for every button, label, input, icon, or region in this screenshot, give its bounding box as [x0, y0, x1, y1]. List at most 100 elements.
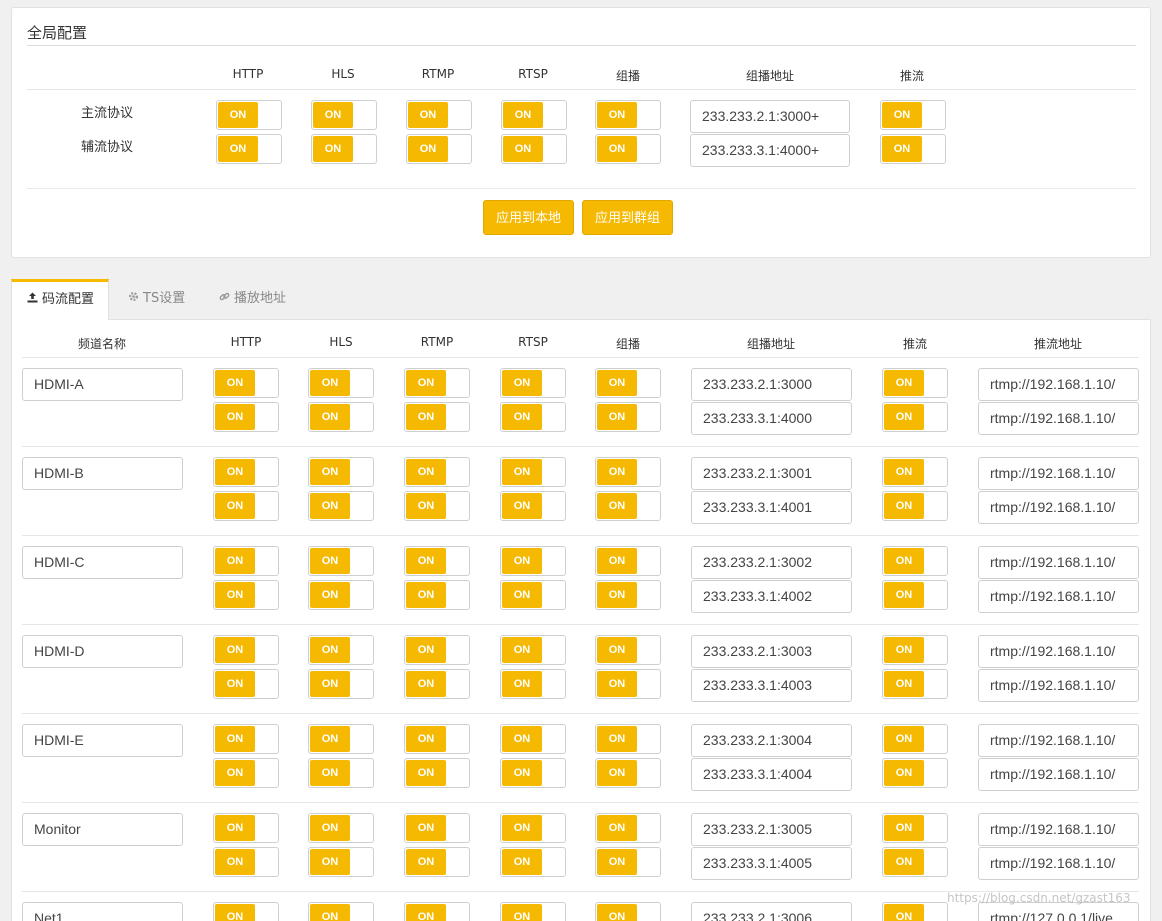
toggle-hls[interactable]: ON — [311, 134, 377, 164]
toggle-hls[interactable]: ON — [311, 100, 377, 130]
toggle-http[interactable]: ON — [213, 669, 279, 699]
toggle-rtmp[interactable]: ON — [404, 546, 470, 576]
channel-name-input[interactable]: HDMI-E — [22, 724, 183, 757]
push-address-input[interactable]: rtmp://192.168.1.10/ — [978, 546, 1139, 579]
toggle-hls[interactable]: ON — [308, 546, 374, 576]
toggle-multicast[interactable]: ON — [595, 491, 661, 521]
multicast-address-input[interactable]: 233.233.2.1:3001 — [691, 457, 852, 490]
apply-local-button[interactable]: 应用到本地 — [483, 200, 575, 235]
toggle-push[interactable]: ON — [882, 402, 948, 432]
tab-ts-settings[interactable]: TS设置 — [128, 279, 185, 320]
toggle-hls[interactable]: ON — [308, 368, 374, 398]
toggle-hls[interactable]: ON — [308, 635, 374, 665]
channel-name-input[interactable]: HDMI-A — [22, 368, 183, 401]
toggle-multicast[interactable]: ON — [595, 813, 661, 843]
push-address-input[interactable]: rtmp://192.168.1.10/ — [978, 847, 1139, 880]
toggle-push[interactable]: ON — [882, 902, 948, 921]
toggle-rtmp[interactable]: ON — [404, 669, 470, 699]
toggle-http[interactable]: ON — [213, 546, 279, 576]
toggle-multicast[interactable]: ON — [595, 724, 661, 754]
toggle-http[interactable]: ON — [213, 902, 279, 921]
tab-play-address[interactable]: 播放地址 — [219, 279, 286, 320]
toggle-rtsp[interactable]: ON — [500, 635, 566, 665]
toggle-rtsp[interactable]: ON — [500, 580, 566, 610]
multicast-address-input[interactable]: 233.233.3.1:4005 — [691, 847, 852, 880]
multicast-address-input[interactable]: 233.233.2.1:3005 — [691, 813, 852, 846]
multicast-address-input[interactable]: 233.233.2.1:3000 — [691, 368, 852, 401]
push-address-input[interactable]: rtmp://192.168.1.10/ — [978, 457, 1139, 490]
toggle-push[interactable]: ON — [882, 813, 948, 843]
toggle-multicast[interactable]: ON — [595, 402, 661, 432]
toggle-multicast[interactable]: ON — [595, 847, 661, 877]
multicast-address-input[interactable]: 233.233.2.1:3002 — [691, 546, 852, 579]
toggle-rtsp[interactable]: ON — [500, 758, 566, 788]
toggle-http[interactable]: ON — [213, 491, 279, 521]
toggle-http[interactable]: ON — [213, 813, 279, 843]
toggle-multicast[interactable]: ON — [595, 669, 661, 699]
multicast-address-input[interactable]: 233.233.2.1:3000+ — [690, 100, 850, 133]
toggle-rtsp[interactable]: ON — [500, 813, 566, 843]
channel-name-input[interactable]: Monitor — [22, 813, 183, 846]
toggle-hls[interactable]: ON — [308, 847, 374, 877]
toggle-rtsp[interactable]: ON — [500, 902, 566, 921]
toggle-multicast[interactable]: ON — [595, 457, 661, 487]
toggle-multicast[interactable]: ON — [595, 134, 661, 164]
toggle-rtmp[interactable]: ON — [404, 813, 470, 843]
toggle-push[interactable]: ON — [882, 457, 948, 487]
toggle-multicast[interactable]: ON — [595, 580, 661, 610]
push-address-input[interactable]: rtmp://192.168.1.10/ — [978, 491, 1139, 524]
toggle-rtsp[interactable]: ON — [500, 402, 566, 432]
toggle-push[interactable]: ON — [882, 847, 948, 877]
toggle-multicast[interactable]: ON — [595, 758, 661, 788]
toggle-rtmp[interactable]: ON — [404, 457, 470, 487]
toggle-rtsp[interactable]: ON — [500, 724, 566, 754]
push-address-input[interactable]: rtmp://192.168.1.10/ — [978, 402, 1139, 435]
multicast-address-input[interactable]: 233.233.3.1:4003 — [691, 669, 852, 702]
toggle-hls[interactable]: ON — [308, 902, 374, 921]
toggle-rtmp[interactable]: ON — [404, 758, 470, 788]
toggle-rtmp[interactable]: ON — [404, 402, 470, 432]
toggle-hls[interactable]: ON — [308, 457, 374, 487]
toggle-rtsp[interactable]: ON — [500, 669, 566, 699]
toggle-push[interactable]: ON — [882, 635, 948, 665]
toggle-push[interactable]: ON — [882, 724, 948, 754]
toggle-rtmp[interactable]: ON — [404, 724, 470, 754]
push-address-input[interactable]: rtmp://192.168.1.10/ — [978, 813, 1139, 846]
toggle-rtsp[interactable]: ON — [500, 546, 566, 576]
toggle-rtmp[interactable]: ON — [404, 580, 470, 610]
toggle-hls[interactable]: ON — [308, 813, 374, 843]
multicast-address-input[interactable]: 233.233.2.1:3004 — [691, 724, 852, 757]
toggle-push[interactable]: ON — [882, 758, 948, 788]
toggle-rtsp[interactable]: ON — [500, 457, 566, 487]
apply-group-button[interactable]: 应用到群组 — [582, 200, 674, 235]
toggle-http[interactable]: ON — [213, 457, 279, 487]
toggle-push[interactable]: ON — [882, 491, 948, 521]
toggle-rtsp[interactable]: ON — [500, 491, 566, 521]
toggle-push[interactable]: ON — [882, 368, 948, 398]
toggle-multicast[interactable]: ON — [595, 902, 661, 921]
multicast-address-input[interactable]: 233.233.2.1:3006 — [691, 902, 852, 921]
toggle-hls[interactable]: ON — [308, 580, 374, 610]
toggle-rtsp[interactable]: ON — [500, 847, 566, 877]
toggle-rtsp[interactable]: ON — [500, 368, 566, 398]
push-address-input[interactable]: rtmp://192.168.1.10/ — [978, 580, 1139, 613]
push-address-input[interactable]: rtmp://192.168.1.10/ — [978, 724, 1139, 757]
toggle-rtmp[interactable]: ON — [404, 902, 470, 921]
channel-name-input[interactable]: Net1 — [22, 902, 183, 921]
toggle-rtmp[interactable]: ON — [404, 635, 470, 665]
toggle-http[interactable]: ON — [213, 368, 279, 398]
multicast-address-input[interactable]: 233.233.3.1:4000 — [691, 402, 852, 435]
toggle-rtsp[interactable]: ON — [501, 134, 567, 164]
toggle-rtmp[interactable]: ON — [406, 100, 472, 130]
toggle-push[interactable]: ON — [882, 580, 948, 610]
multicast-address-input[interactable]: 233.233.3.1:4000+ — [690, 134, 850, 167]
toggle-http[interactable]: ON — [213, 635, 279, 665]
toggle-http[interactable]: ON — [216, 100, 282, 130]
push-address-input[interactable]: rtmp://192.168.1.10/ — [978, 368, 1139, 401]
tab-stream-config[interactable]: 码流配置 — [11, 279, 109, 320]
multicast-address-input[interactable]: 233.233.2.1:3003 — [691, 635, 852, 668]
push-address-input[interactable]: rtmp://192.168.1.10/ — [978, 669, 1139, 702]
channel-name-input[interactable]: HDMI-B — [22, 457, 183, 490]
toggle-hls[interactable]: ON — [308, 402, 374, 432]
toggle-hls[interactable]: ON — [308, 491, 374, 521]
